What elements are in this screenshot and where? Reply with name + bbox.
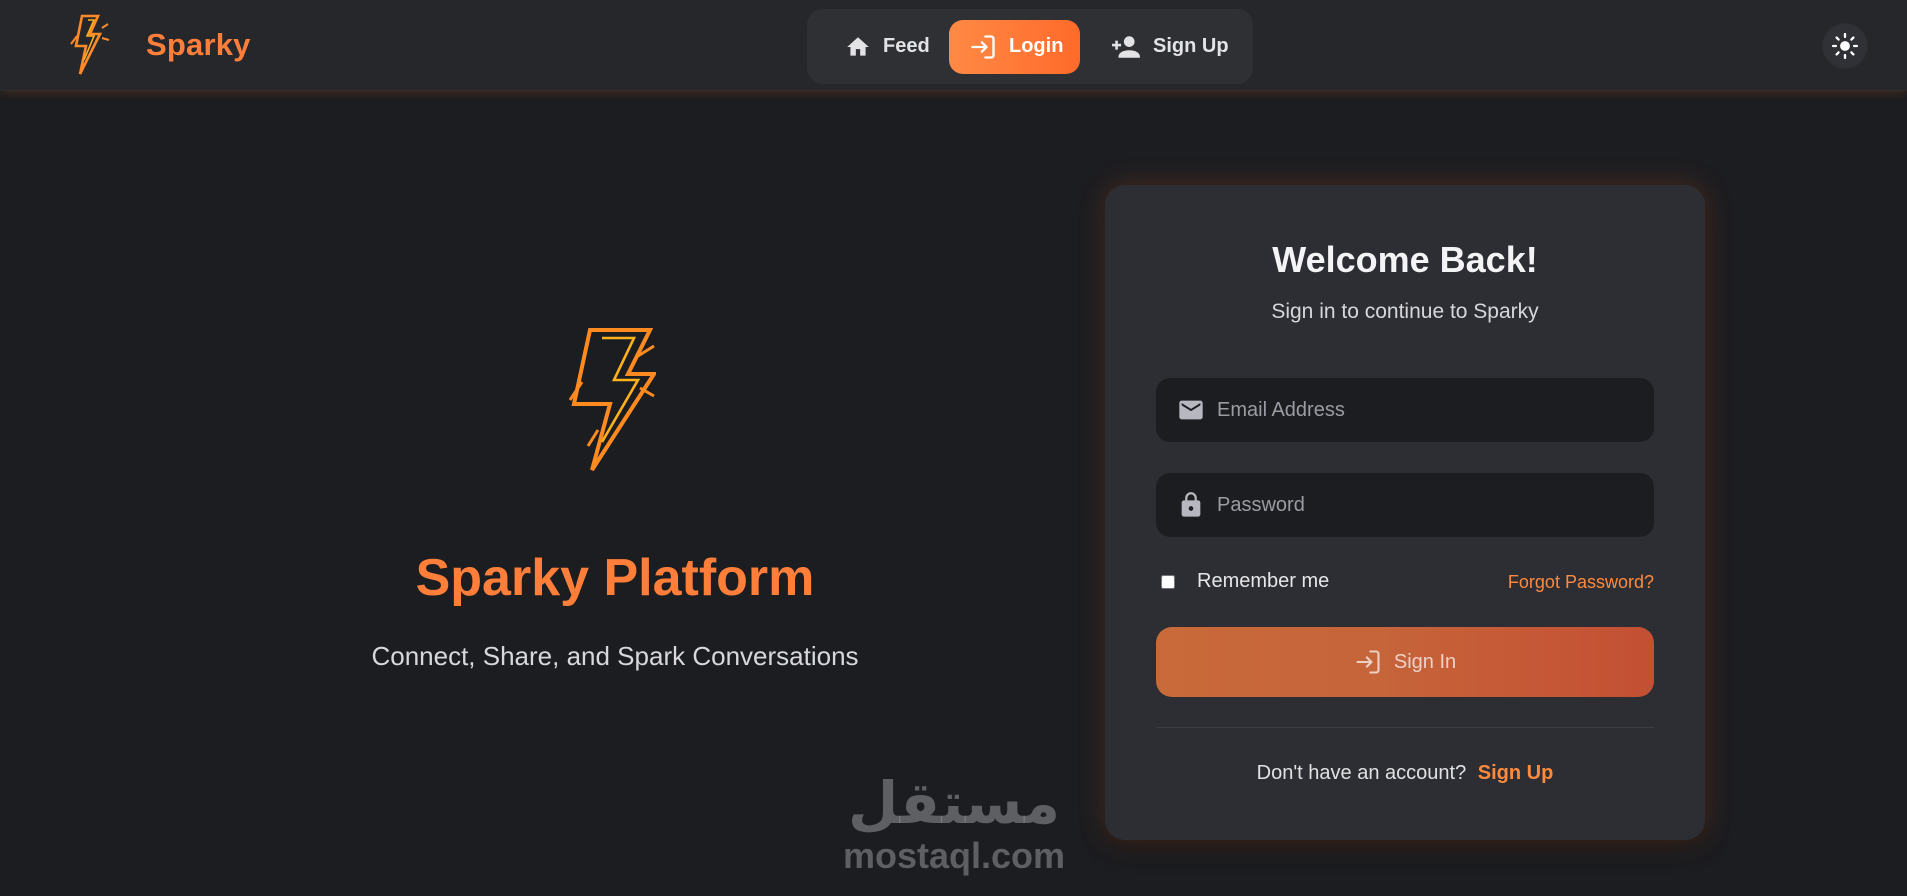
brand[interactable]: Sparky — [68, 14, 251, 76]
email-field[interactable] — [1156, 378, 1654, 442]
hero-subtitle: Connect, Share, and Spark Conversations — [371, 641, 859, 671]
sign-up-link[interactable]: Sign Up — [1478, 762, 1554, 784]
signup-prompt: Don't have an account? Sign Up — [1105, 762, 1705, 785]
lock-icon — [1177, 491, 1205, 519]
lightning-bolt-icon — [568, 328, 656, 472]
sun-icon — [1831, 32, 1859, 60]
email-input[interactable] — [1217, 378, 1654, 442]
watermark-latin: mostaql.com — [842, 835, 1066, 876]
person-add-icon — [1112, 35, 1140, 58]
login-icon — [971, 34, 995, 59]
nav-item-label: Sign Up — [1153, 35, 1229, 57]
login-icon — [1356, 650, 1380, 674]
mail-icon — [1177, 396, 1205, 424]
password-field[interactable] — [1156, 473, 1654, 537]
login-card: Welcome Back! Sign in to continue to Spa… — [1105, 185, 1705, 840]
password-input[interactable] — [1217, 473, 1654, 537]
card-subtitle: Sign in to continue to Sparky — [1271, 300, 1539, 323]
top-navbar: Sparky Feed Login Sign Up — [0, 0, 1907, 90]
main-nav: Feed Login Sign Up — [807, 9, 1253, 84]
nav-item-signup[interactable]: Sign Up — [1080, 20, 1229, 74]
hero-title: Sparky Platform — [415, 549, 815, 607]
sign-in-label: Sign In — [1393, 650, 1457, 673]
lightning-bolt-icon — [70, 14, 110, 75]
card-title: Welcome Back! — [1272, 239, 1538, 280]
forgot-password-link[interactable]: Forgot Password? — [1508, 572, 1654, 593]
divider — [1156, 727, 1654, 728]
nav-item-feed[interactable]: Feed — [831, 20, 949, 74]
remember-label[interactable]: Remember me — [1197, 570, 1329, 593]
theme-toggle-button[interactable] — [1823, 24, 1867, 68]
no-account-text: Don't have an account? — [1256, 762, 1467, 784]
remember-me: Remember me — [1156, 570, 1329, 593]
nav-item-label: Login — [1009, 35, 1064, 57]
sign-in-button[interactable]: Sign In — [1156, 627, 1654, 697]
home-icon — [847, 36, 869, 56]
watermark-arabic: مستقل — [847, 769, 1061, 837]
nav-item-label: Feed — [883, 35, 930, 57]
remember-checkbox[interactable] — [1161, 574, 1175, 589]
watermark: مستقل mostaql.com — [836, 770, 1072, 876]
nav-item-login[interactable]: Login — [949, 19, 1080, 74]
brand-name: Sparky — [146, 27, 251, 62]
